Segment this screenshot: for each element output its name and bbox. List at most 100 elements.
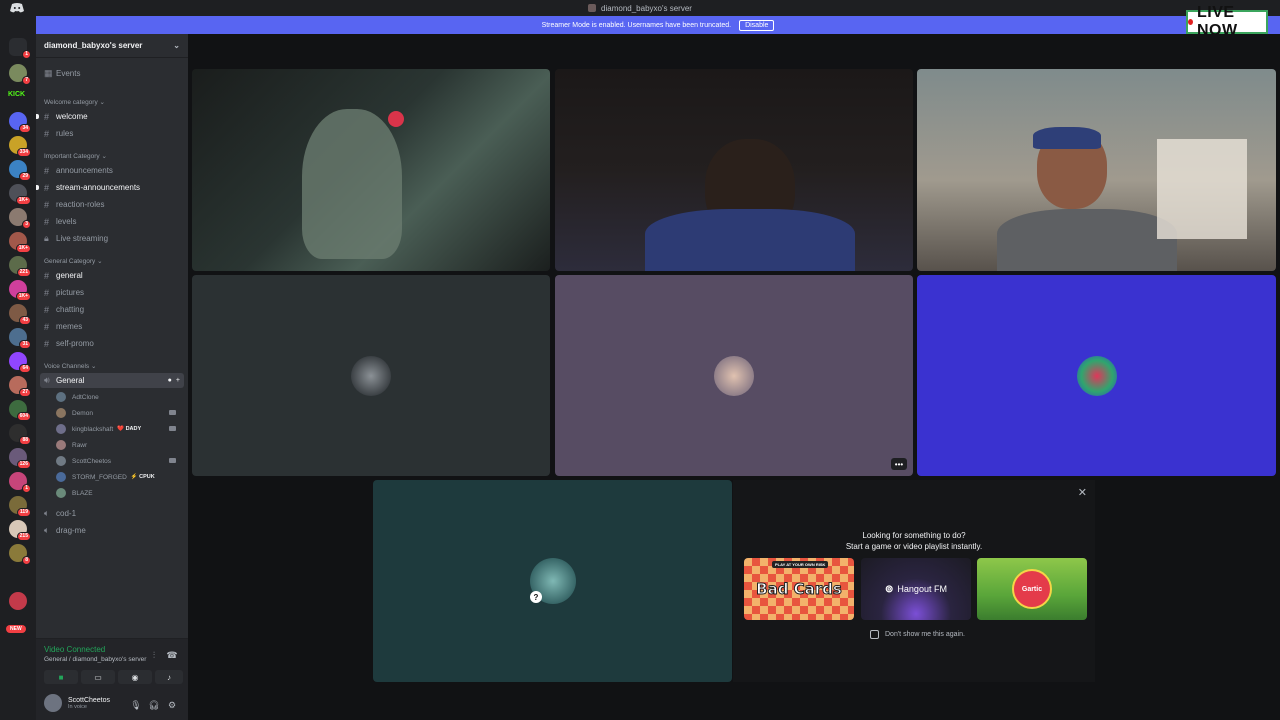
channel-self-promo[interactable]: # self-promo	[40, 336, 184, 351]
voice-user[interactable]: kingblackshaft ❤️ DADY	[56, 422, 184, 436]
server-icon[interactable]: 1K+	[9, 184, 31, 205]
video-tile[interactable]	[555, 69, 913, 271]
user-panel[interactable]: ScottCheetos In voice	[44, 694, 110, 712]
server-icon[interactable]: 604	[9, 400, 31, 421]
soundboard-button[interactable]: ♪	[155, 670, 183, 684]
microphone-icon[interactable]: 🎙︎	[130, 699, 142, 711]
settings-gear-icon[interactable]: ⚙	[166, 699, 178, 711]
mention-badge: 29	[19, 172, 31, 181]
camera-button[interactable]: ■	[44, 670, 78, 684]
dont-show-again-checkbox[interactable]: Don't show me this again.	[870, 630, 965, 639]
server-icon[interactable]: 27	[9, 376, 31, 397]
video-tile[interactable]: ?	[373, 480, 732, 682]
activity-card-bad-cards[interactable]: PLAY AT YOUR OWN RISK Bad Cards	[744, 558, 854, 620]
voice-channel-cod[interactable]: 🔈︎ cod-1	[40, 506, 184, 521]
activity-card-hangout-fm[interactable]: ⊚ Hangout FM	[861, 558, 971, 620]
category-important[interactable]: Important Category ⌄	[44, 152, 107, 160]
voice-user[interactable]: Rawr	[56, 438, 184, 452]
chat-bubble-icon[interactable]: ●	[168, 377, 172, 384]
mention-badge: 27	[19, 388, 31, 397]
server-icon[interactable]: 88	[9, 424, 31, 445]
server-icon[interactable]: 29	[9, 160, 31, 181]
server-icon[interactable]: 221	[9, 256, 31, 277]
channel-general[interactable]: # general	[40, 268, 184, 283]
voice-status[interactable]: Video Connected	[44, 645, 105, 654]
server-icon[interactable]	[9, 592, 27, 610]
voice-channel-general[interactable]: 🔊︎ General ● +	[40, 373, 184, 388]
server-icon[interactable]: 1K+	[9, 232, 31, 253]
server-icon[interactable]: 1K+	[9, 280, 31, 301]
mention-badge: 1K+	[15, 244, 31, 253]
server-header[interactable]: diamond_babyxo's server ⌄	[36, 34, 188, 58]
channel-label: cod-1	[56, 509, 77, 518]
activity-button[interactable]: ◉	[118, 670, 152, 684]
kick-server-icon[interactable]: KICK	[8, 90, 28, 100]
channel-chatting[interactable]: # chatting	[40, 302, 184, 317]
server-icon[interactable]: 1	[9, 472, 31, 493]
server-icon[interactable]: 43	[9, 304, 31, 325]
voice-user[interactable]: AdtClone	[56, 390, 184, 404]
voice-user-name: ScottCheetos	[72, 457, 112, 465]
channel-rules[interactable]: # rules	[40, 126, 184, 141]
voice-user[interactable]: STORM_FORGED ⚡ CPUK	[56, 470, 184, 484]
server-icon[interactable]: 8	[9, 544, 31, 565]
voice-user-name: kingblackshaft	[72, 425, 114, 433]
disconnect-icon[interactable]: ☎	[166, 649, 178, 661]
server-icon[interactable]: 3	[9, 208, 31, 229]
voice-channel-drag-me[interactable]: 🔈︎ drag-me	[40, 523, 184, 538]
voice-user[interactable]: ScottCheetos	[56, 454, 184, 468]
voice-location[interactable]: General / diamond_babyxo's server	[44, 656, 146, 663]
disable-streamer-mode-button[interactable]: Disable	[739, 19, 775, 31]
channel-label: general	[56, 271, 83, 280]
screen-share-button[interactable]: ▭	[81, 670, 115, 684]
video-tile[interactable]	[917, 275, 1276, 476]
direct-messages-button[interactable]: 1	[9, 38, 31, 59]
category-label: General Category	[44, 258, 96, 265]
server-icon[interactable]: 31	[9, 328, 31, 349]
server-icon[interactable]: 334	[9, 136, 31, 157]
server-icon[interactable]: 64	[9, 352, 31, 373]
channel-label: announcements	[56, 166, 113, 175]
avatar	[56, 488, 66, 498]
headphones-icon[interactable]: 🎧︎	[148, 699, 160, 711]
server-icon[interactable]: 34	[9, 112, 31, 133]
participant-avatar	[1076, 355, 1117, 396]
channel-welcome[interactable]: # welcome	[36, 109, 184, 124]
camera-icon	[169, 458, 176, 463]
server-icon[interactable]: 119	[9, 496, 31, 517]
channel-memes[interactable]: # memes	[40, 319, 184, 334]
server-icon[interactable]: 126	[9, 448, 31, 469]
category-label: Welcome category	[44, 99, 98, 106]
close-icon[interactable]: ✕	[1078, 486, 1087, 499]
channel-announcements[interactable]: # announcements	[40, 163, 184, 178]
card-logo: Gartic	[1012, 569, 1052, 609]
channel-stream-announcements[interactable]: # stream-announcements	[36, 180, 184, 195]
video-tile[interactable]	[192, 69, 550, 271]
voice-user[interactable]: BLAZE	[56, 486, 184, 500]
add-user-icon[interactable]: +	[176, 377, 180, 384]
server-icon[interactable]: 7	[9, 64, 31, 85]
participant-avatar	[351, 355, 391, 396]
noise-suppression-icon[interactable]: ⫶	[148, 649, 160, 661]
discord-logo-icon[interactable]	[10, 3, 24, 13]
channel-live-streaming[interactable]: 🔒︎ Live streaming	[40, 231, 184, 246]
category-welcome[interactable]: Welcome category ⌄	[44, 98, 105, 106]
streamer-mode-message: Streamer Mode is enabled. Usernames have…	[541, 21, 732, 29]
voice-user[interactable]: Demon	[56, 406, 184, 420]
channel-reaction-roles[interactable]: # reaction-roles	[40, 197, 184, 212]
server-icon[interactable]: 215	[9, 520, 31, 541]
category-voice[interactable]: Voice Channels ⌄	[44, 362, 96, 370]
video-tile[interactable]	[917, 69, 1276, 271]
activity-card-gartic[interactable]: Gartic	[977, 558, 1087, 620]
activity-subtitle: Start a game or video playlist instantly…	[845, 542, 983, 551]
channel-pictures[interactable]: # pictures	[40, 285, 184, 300]
channel-levels[interactable]: # levels	[40, 214, 184, 229]
server-name: diamond_babyxo's server	[44, 41, 143, 50]
video-tile[interactable]: •••	[555, 275, 913, 476]
video-tile[interactable]	[192, 275, 550, 476]
checkbox-icon[interactable]	[870, 630, 879, 639]
category-general[interactable]: General Category ⌄	[44, 257, 103, 265]
help-icon[interactable]: ?	[530, 591, 542, 603]
more-options-icon[interactable]: •••	[891, 458, 907, 470]
events-link[interactable]: ▦ Events	[40, 66, 184, 81]
